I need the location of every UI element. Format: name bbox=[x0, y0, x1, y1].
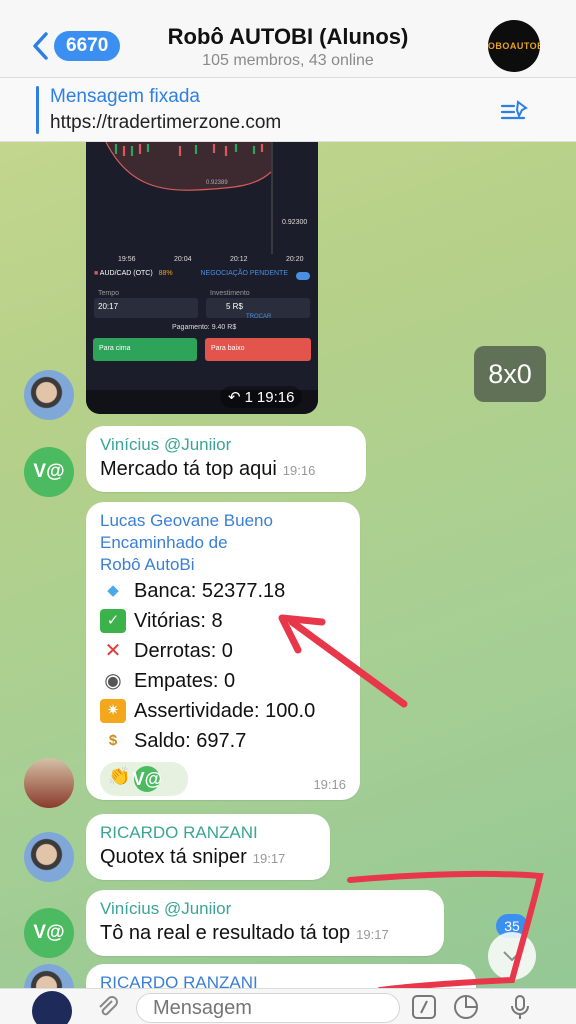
reply-arrow-icon: ↶ bbox=[228, 389, 241, 406]
money-bag-icon: $ bbox=[108, 732, 118, 749]
message-time: 19:16 bbox=[313, 777, 346, 792]
reactor-avatar: V@ bbox=[133, 766, 162, 792]
composer-bar bbox=[0, 988, 576, 1024]
pinned-text: https://tradertimerzone.com bbox=[50, 112, 282, 133]
price-small: 0.92389 bbox=[206, 180, 228, 186]
cross-icon: ✕ bbox=[104, 640, 122, 662]
stat-row: $ Saldo: 697.7 bbox=[100, 726, 346, 756]
command-icon[interactable] bbox=[410, 993, 438, 1021]
clap-icon: 👏 bbox=[108, 766, 131, 786]
payout-label: Pagamento: 9.40 R$ bbox=[172, 324, 237, 331]
reply-count-pill[interactable]: ↶ 1 19:16 bbox=[220, 386, 303, 408]
asset-row: ■ AUD/CAD (OTC) 88% NEGOCIAÇÃO PENDENTE bbox=[94, 270, 310, 284]
reply-time: 19:16 bbox=[256, 388, 295, 406]
message-bubble[interactable]: Vinícius @Juniior Tô na real e resultado… bbox=[86, 890, 444, 956]
message-input[interactable] bbox=[136, 993, 400, 1023]
pinned-title: Mensagem fixada bbox=[50, 86, 200, 107]
avatar[interactable]: V@ bbox=[24, 908, 74, 958]
asset-pct: 88% bbox=[158, 270, 173, 277]
stat-row: ✓ Vitórias: 8 bbox=[100, 606, 346, 636]
tempo-label: Tempo bbox=[98, 290, 120, 297]
pinned-message-bar[interactable]: Mensagem fixada https://tradertimerzone.… bbox=[0, 78, 576, 142]
flag-icon: ■ bbox=[94, 270, 99, 277]
reply-count: 1 bbox=[244, 388, 253, 406]
stat-row: ✷ Assertividade: 100.0 bbox=[100, 696, 346, 726]
message-time: 19:17 bbox=[356, 927, 389, 942]
message-text: Tô na real e resultado tá top 19:17 bbox=[100, 922, 389, 944]
sender-name[interactable]: Vinícius @Juniior bbox=[100, 898, 430, 920]
avatar[interactable] bbox=[24, 832, 74, 882]
message-text: Mercado tá top aqui 19:16 bbox=[100, 458, 316, 480]
avatar[interactable]: V@ bbox=[24, 447, 74, 497]
message-bubble[interactable]: Lucas Geovane Bueno Encaminhado de Robô … bbox=[86, 502, 360, 800]
invest-label: Investimento bbox=[210, 290, 250, 297]
message-time: 19:17 bbox=[252, 851, 286, 866]
sender-name[interactable]: Lucas Geovane Bueno bbox=[100, 510, 346, 532]
time-tick: 19:56 bbox=[118, 256, 136, 263]
candle-chart-image: 0.92300 0.92389 bbox=[86, 142, 318, 254]
sender-name[interactable]: Vinícius @Juniior bbox=[100, 434, 352, 456]
sparkle-icon: ✷ bbox=[100, 699, 126, 723]
screenshot-down-button: Para baixo bbox=[205, 338, 311, 361]
check-icon: ✓ bbox=[100, 609, 126, 633]
chevron-down-icon bbox=[503, 951, 521, 962]
avatar[interactable] bbox=[24, 370, 74, 420]
price-label: 0.92300 bbox=[282, 219, 307, 226]
trocar-label: TROCAR bbox=[246, 314, 272, 320]
pinned-indicator bbox=[36, 86, 39, 134]
sender-name[interactable]: RICARDO RANZANI bbox=[100, 822, 316, 844]
stat-row: ◉ Empates: 0 bbox=[100, 666, 346, 696]
avatar[interactable] bbox=[24, 758, 74, 808]
time-tick: 20:20 bbox=[286, 256, 304, 263]
pin-list-icon[interactable] bbox=[500, 98, 530, 124]
pending-label: NEGOCIAÇÃO PENDENTE bbox=[200, 270, 288, 277]
microphone-icon[interactable] bbox=[506, 993, 534, 1021]
forwarded-label: Encaminhado de bbox=[100, 533, 228, 552]
pending-toggle bbox=[296, 272, 310, 280]
stat-row: ✕ Derrotas: 0 bbox=[100, 636, 346, 666]
message-text: Quotex tá sniper 19:17 bbox=[100, 846, 286, 868]
time-tick: 20:12 bbox=[230, 256, 248, 263]
asset-pair: AUD/CAD (OTC) bbox=[99, 270, 153, 277]
message-time: 19:16 bbox=[282, 463, 316, 478]
message-bubble[interactable]: RICARDO RANZANI Quotex tá sniper 19:17 bbox=[86, 814, 330, 880]
chat-header: 6670 Robô AUTOBI (Alunos) 105 membros, 4… bbox=[0, 0, 576, 78]
sticker-icon[interactable] bbox=[452, 993, 480, 1021]
chat-screen: 6670 Robô AUTOBI (Alunos) 105 membros, 4… bbox=[0, 0, 576, 1024]
scroll-down-button[interactable] bbox=[488, 932, 536, 980]
reactions-bar[interactable]: 👏 V@ bbox=[100, 762, 188, 796]
screenshot-up-button: Para cima bbox=[93, 338, 197, 361]
attach-icon[interactable] bbox=[94, 993, 122, 1021]
message-bubble[interactable]: Vinícius @Juniior Mercado tá top aqui 19:… bbox=[86, 426, 366, 492]
forwarded-from[interactable]: Robô AutoBi bbox=[100, 554, 346, 576]
diamond-icon: ◆ bbox=[107, 582, 119, 599]
score-sticker: 8x0 bbox=[474, 346, 546, 402]
radio-icon: ◉ bbox=[104, 670, 122, 692]
own-avatar[interactable] bbox=[32, 991, 72, 1024]
time-tick: 20:04 bbox=[174, 256, 192, 263]
group-avatar[interactable]: ROBOAUTOBI bbox=[488, 20, 540, 72]
image-message[interactable]: 0.92300 0.92389 19:56 20:04 20:12 20:20 … bbox=[86, 142, 318, 414]
stat-row: ◆ Banca: 52377.18 bbox=[100, 576, 346, 606]
tempo-field: 20:17 bbox=[94, 298, 198, 318]
